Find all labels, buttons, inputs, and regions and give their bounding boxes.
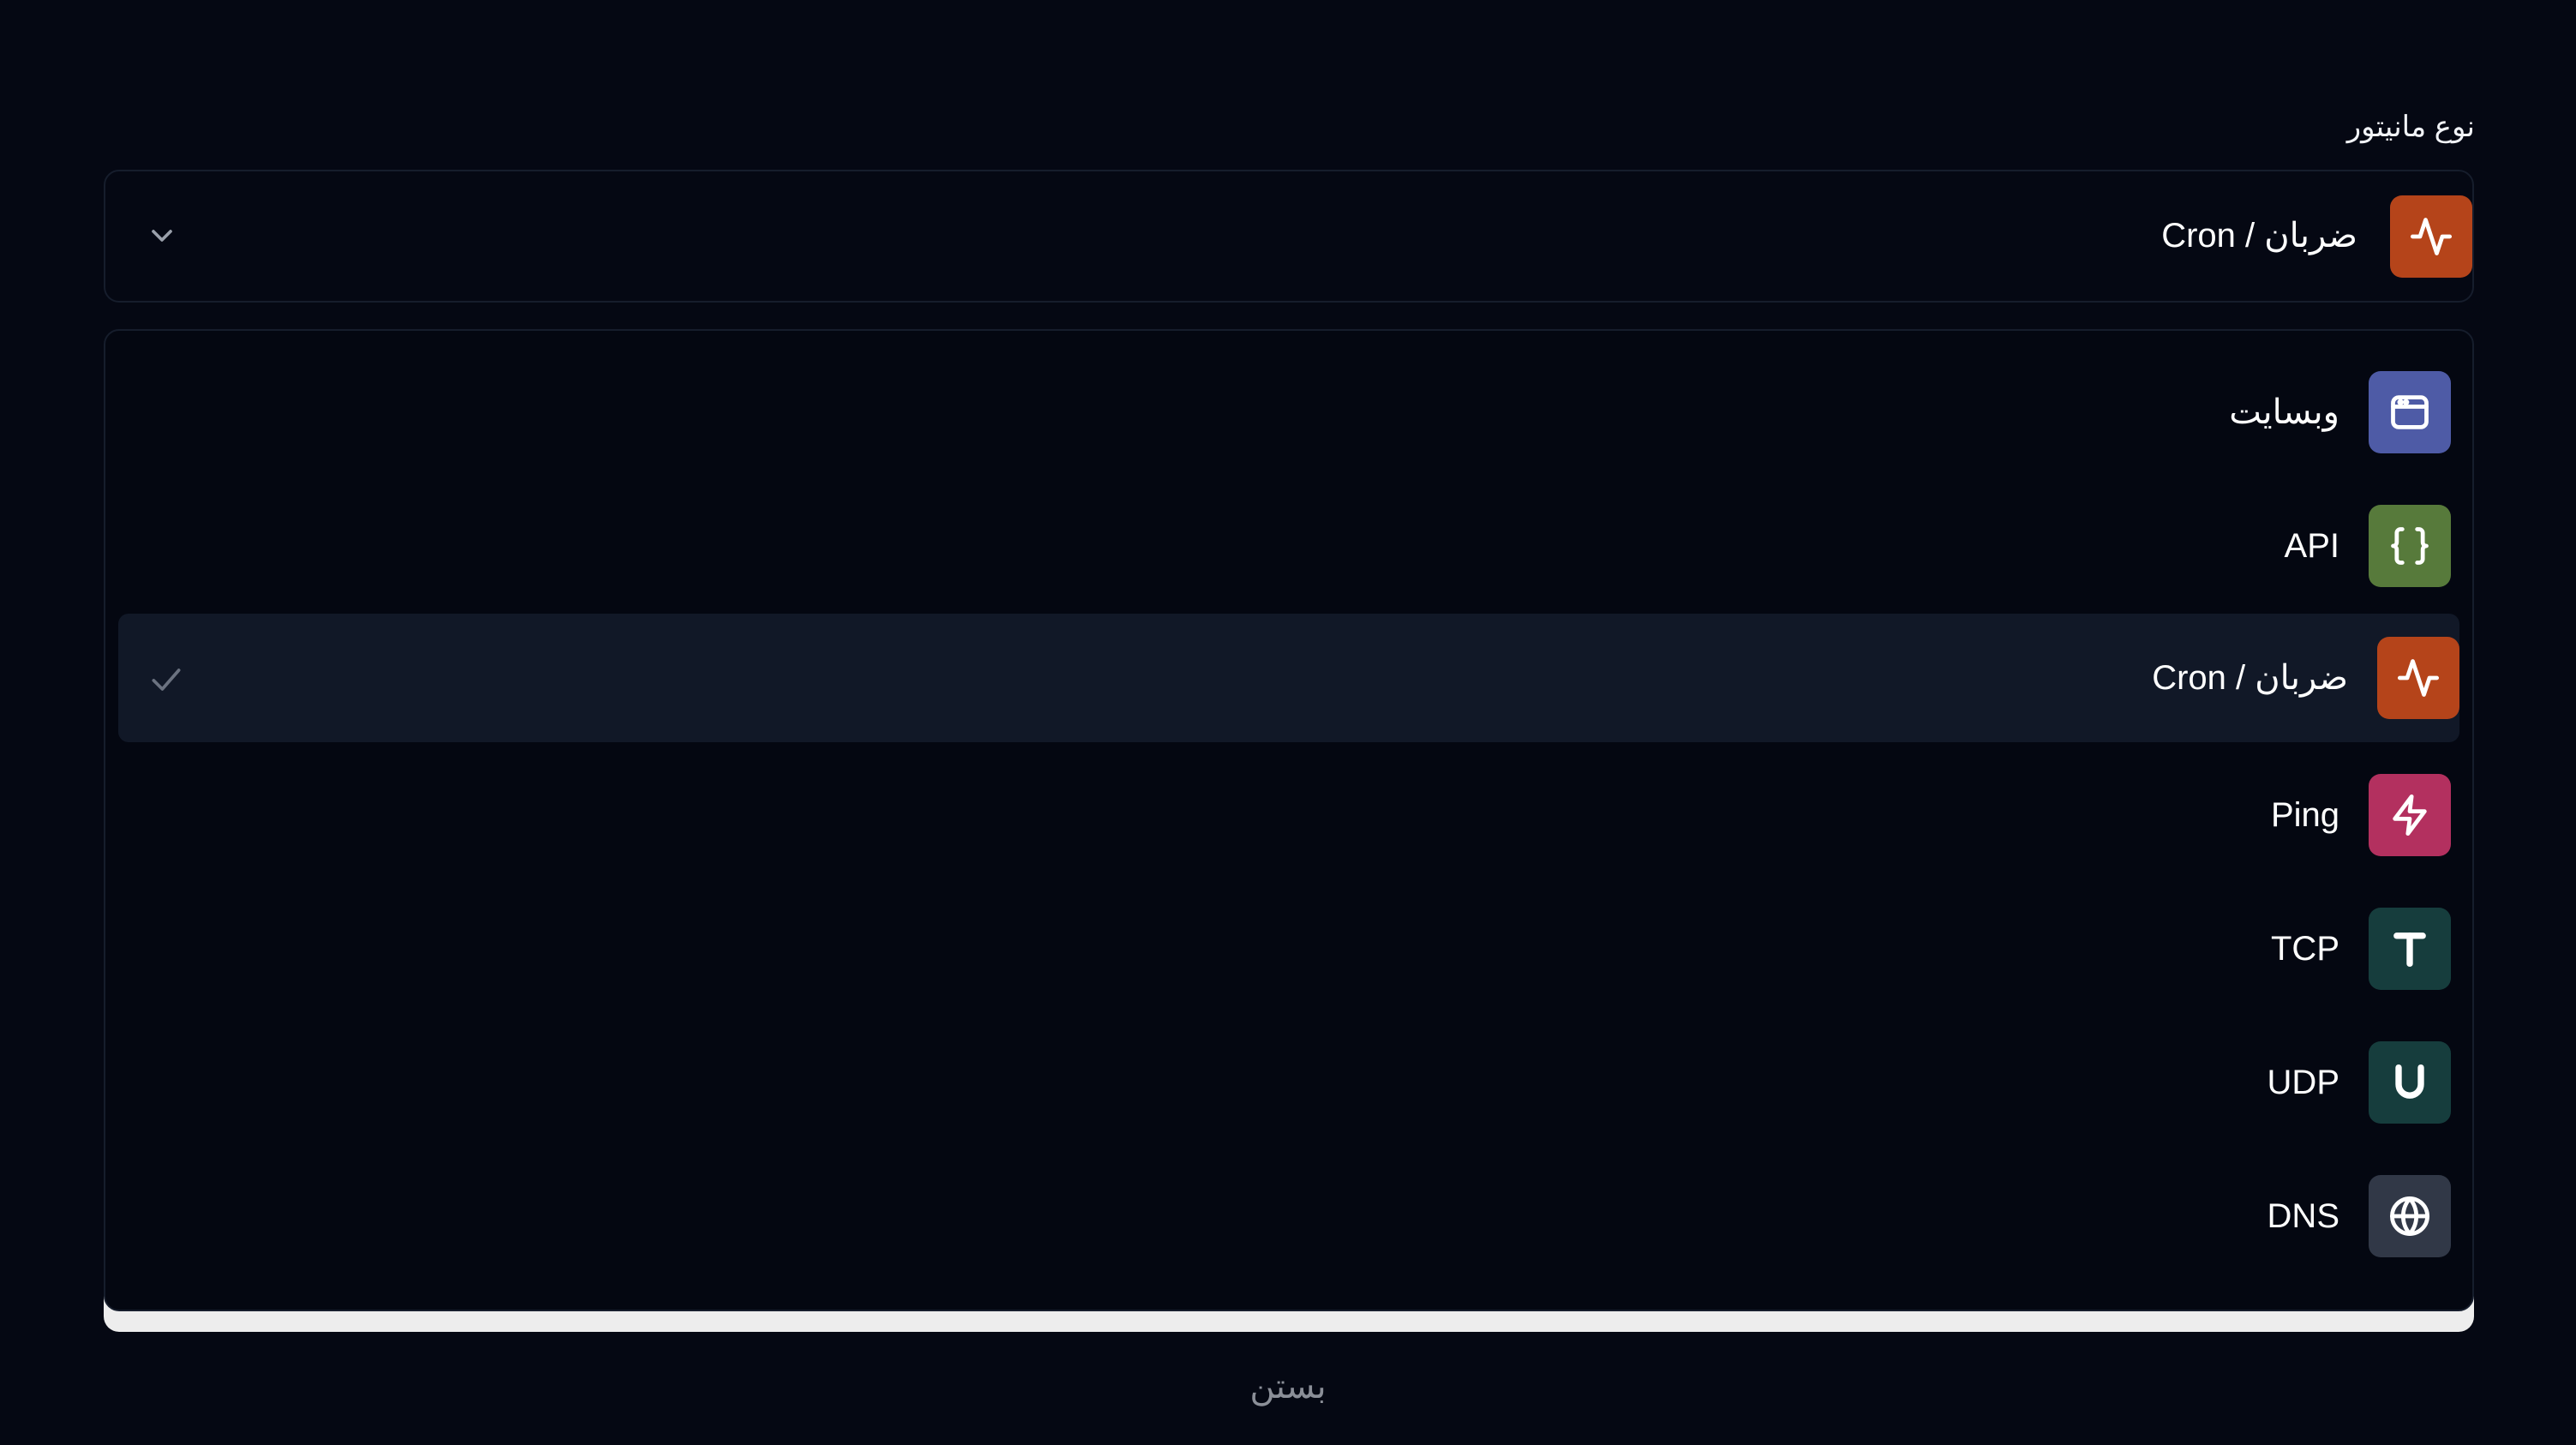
- option-udp-badge: [2369, 1041, 2451, 1124]
- option-ping[interactable]: Ping: [118, 751, 2459, 879]
- browser-window-icon: [2391, 395, 2429, 429]
- option-api[interactable]: API: [118, 482, 2459, 610]
- option-website[interactable]: وبسایت: [118, 348, 2459, 477]
- globe-icon: [2390, 1196, 2429, 1236]
- activity-icon: [2397, 659, 2440, 697]
- option-ping-label: Ping: [2270, 796, 2339, 834]
- option-dns-badge: [2369, 1175, 2451, 1257]
- zap-icon: [2393, 794, 2427, 836]
- close-button[interactable]: بستن: [1202, 1361, 1374, 1412]
- option-tcp-label: TCP: [2271, 930, 2339, 968]
- monitor-type-dropdown: وبسایت API ضربان / Cron Ping TCP UDP DNS: [104, 329, 2474, 1311]
- option-udp[interactable]: UDP: [118, 1018, 2459, 1147]
- check-icon: [152, 669, 181, 691]
- option-api-label: API: [2284, 527, 2339, 565]
- option-website-badge: [2369, 371, 2451, 453]
- monitor-type-select[interactable]: ضربان / Cron: [104, 170, 2474, 303]
- monitor-type-label: نوع مانیتور: [2346, 111, 2475, 143]
- letter-t-icon: [2393, 932, 2426, 968]
- option-api-badge: [2369, 505, 2451, 587]
- option-dns-label: DNS: [2267, 1197, 2339, 1235]
- option-dns[interactable]: DNS: [118, 1152, 2459, 1280]
- braces-icon: [2391, 527, 2429, 565]
- option-tcp-badge: [2369, 908, 2451, 990]
- option-cron-label: ضربان / Cron: [2152, 659, 2348, 697]
- option-udp-label: UDP: [2267, 1064, 2339, 1101]
- option-ping-badge: [2369, 774, 2451, 856]
- option-cron-badge: [2377, 637, 2459, 719]
- letter-u-icon: [2395, 1064, 2424, 1099]
- option-tcp[interactable]: TCP: [118, 884, 2459, 1013]
- trigger-activity-badge: [2390, 195, 2472, 278]
- option-cron[interactable]: ضربان / Cron: [118, 614, 2459, 742]
- option-website-label: وبسایت: [2229, 393, 2339, 431]
- activity-icon: [2410, 218, 2453, 255]
- selected-value: ضربان / Cron: [2161, 217, 2357, 255]
- chevron-down-icon[interactable]: [145, 219, 179, 253]
